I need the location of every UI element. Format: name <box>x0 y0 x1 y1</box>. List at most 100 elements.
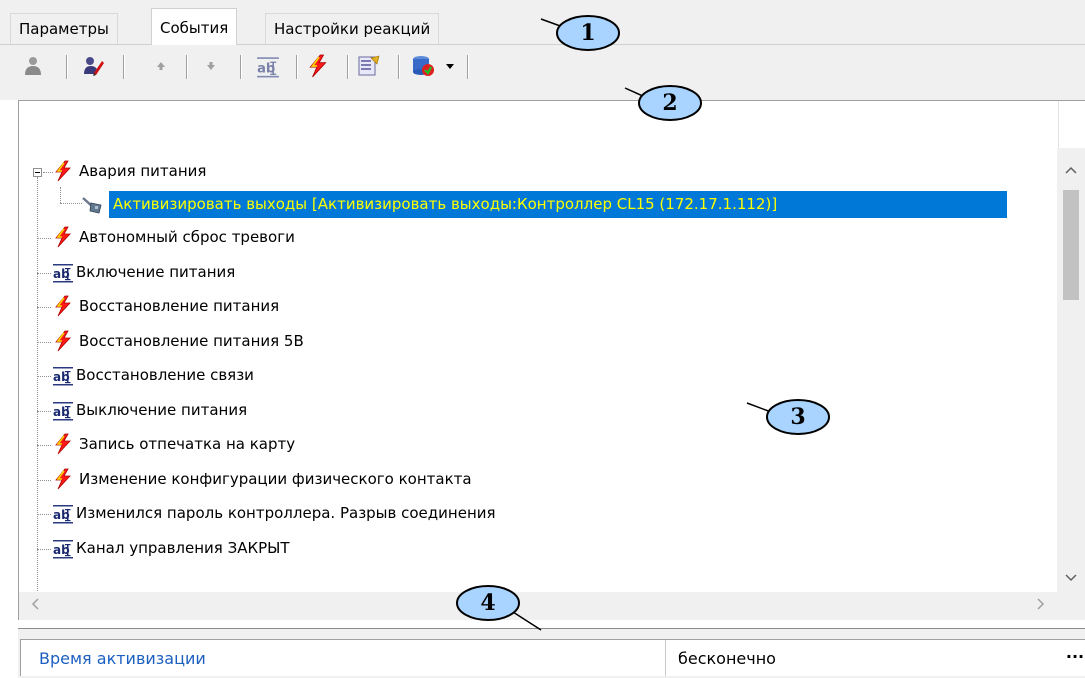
tab-parameters-label: Параметры <box>19 20 109 38</box>
tree-node-label: Изменился пароль контроллера. Разрыв сое… <box>76 504 496 522</box>
lightning-icon <box>52 468 74 490</box>
lightning-icon <box>52 160 74 182</box>
tree-node[interactable]: Восстановление питания <box>19 290 1059 324</box>
toolbar-separator <box>123 55 125 79</box>
collapse-icon[interactable] <box>33 168 42 177</box>
property-row[interactable]: Время активизации бесконечно ... <box>20 639 1085 676</box>
tree-node-label: Восстановление связи <box>76 366 254 384</box>
lightning-icon[interactable] <box>305 53 331 79</box>
scroll-left-icon[interactable] <box>25 596 45 616</box>
tree-node-label: Запись отпечатка на карту <box>79 435 296 453</box>
tree-guide-line <box>37 548 51 550</box>
tree-guide-line <box>37 307 51 308</box>
tree-guide-line <box>60 203 82 204</box>
tree-guide-line <box>37 479 51 481</box>
tree-node-label: Восстановление питания 5В <box>79 331 304 350</box>
text-event-icon <box>52 261 74 283</box>
reaction-icon <box>82 197 102 214</box>
text-event-icon <box>52 537 74 559</box>
move-down-icon[interactable] <box>198 53 224 79</box>
person-icon[interactable] <box>20 53 46 79</box>
tree-rows: Авария питания Активизировать выходы [Ак… <box>19 153 1059 593</box>
tab-events-label: События <box>160 19 229 37</box>
callout-1: 1 <box>540 14 621 52</box>
text-event-icon[interactable] <box>255 53 281 79</box>
tree-node-parent[interactable]: Авария питания <box>19 155 1059 189</box>
database-icon[interactable] <box>410 53 436 79</box>
tab-events[interactable]: События <box>151 8 238 45</box>
callout-number: 3 <box>790 404 806 430</box>
tree-node[interactable]: Восстановление питания 5В <box>19 325 1059 359</box>
toolbar-separator <box>467 55 469 79</box>
tree-header <box>19 101 1059 149</box>
tree-node-label: Автономный сброс тревоги <box>79 228 295 246</box>
tree-node[interactable]: Канал управления ЗАКРЫТ <box>19 532 1059 566</box>
tree-guide-line <box>37 445 51 446</box>
tree-node[interactable]: Выключение питания <box>19 394 1059 428</box>
lightning-icon <box>52 295 74 317</box>
tree-node-label: Выключение питания <box>76 400 248 419</box>
property-value[interactable]: бесконечно <box>678 649 776 668</box>
callout-number: 2 <box>662 90 678 116</box>
scroll-right-icon[interactable] <box>1031 596 1051 616</box>
tab-reaction-settings[interactable]: Настройки реакций <box>265 13 440 44</box>
lightning-icon <box>52 433 74 455</box>
tree-node-child-selected[interactable]: Активизировать выходы [Активизировать вы… <box>19 187 1059 221</box>
tab-bar: Параметры События Настройки реакций <box>0 0 1085 45</box>
tree-node[interactable]: Включение питания <box>19 256 1059 290</box>
scroll-thumb[interactable] <box>1063 190 1079 300</box>
move-up-icon[interactable] <box>148 53 174 79</box>
tree-guide-line <box>37 341 51 343</box>
header-divider <box>1058 101 1059 149</box>
edit-icon[interactable] <box>80 53 106 79</box>
tree-node[interactable]: Изменение конфигурации физического конта… <box>19 463 1059 497</box>
tree-node-label: Активизировать выходы [Активизировать вы… <box>113 195 778 213</box>
scroll-down-icon[interactable] <box>1057 568 1085 588</box>
vertical-scrollbar[interactable] <box>1057 148 1085 592</box>
ellipsis-button[interactable]: ... <box>1064 640 1085 674</box>
toolbar-separator <box>66 55 68 79</box>
callout-4: 4 <box>455 584 542 631</box>
property-grid: Время активизации бесконечно ... <box>18 628 1085 678</box>
chevron-down-icon[interactable] <box>437 53 463 79</box>
toolbar-separator <box>186 55 188 79</box>
lightning-icon <box>52 226 74 248</box>
toolbar-separator <box>347 55 349 79</box>
tab-reaction-settings-label: Настройки реакций <box>274 20 431 38</box>
horizontal-scrollbar[interactable] <box>19 592 1057 620</box>
events-tree[interactable]: Авария питания Активизировать выходы [Ак… <box>18 100 1085 620</box>
toolbar-separator <box>296 55 298 79</box>
toolbar-separator <box>398 55 400 79</box>
callout-number: 4 <box>480 590 496 616</box>
tab-parameters[interactable]: Параметры <box>10 13 118 44</box>
tree-node-label: Включение питания <box>76 262 236 281</box>
scrollbar-corner <box>1057 592 1085 620</box>
tree-guide-line <box>37 238 51 239</box>
callout-3: 3 <box>746 398 831 436</box>
tree-node[interactable]: Изменился пароль контроллера. Разрыв сое… <box>19 497 1059 531</box>
property-divider <box>665 640 666 676</box>
tree-guide-line <box>37 376 51 377</box>
properties-icon[interactable] <box>356 53 382 79</box>
tree-guide-line <box>37 272 51 274</box>
callout-number: 1 <box>580 20 596 46</box>
selection-highlight: Активизировать выходы [Активизировать вы… <box>109 191 1007 218</box>
text-event-icon <box>52 399 74 421</box>
property-name: Время активизации <box>39 649 206 668</box>
scroll-up-icon[interactable] <box>1057 160 1085 180</box>
callout-2: 2 <box>624 84 703 122</box>
toolbar-separator <box>240 55 242 79</box>
tree-node-label: Авария питания <box>79 162 207 180</box>
tree-node-label: Восстановление питания <box>79 297 280 315</box>
text-event-icon <box>52 364 74 386</box>
tree-node-label: Изменение конфигурации физического конта… <box>79 469 472 488</box>
tree-node[interactable]: Запись отпечатка на карту <box>19 428 1059 462</box>
toolbar <box>0 45 1085 100</box>
tree-guide-line <box>37 514 51 515</box>
lightning-icon <box>52 330 74 352</box>
tree-node[interactable]: Автономный сброс тревоги <box>19 221 1059 255</box>
text-event-icon <box>52 502 74 524</box>
tree-node[interactable]: Восстановление связи <box>19 359 1059 393</box>
tree-guide-line <box>37 410 51 412</box>
tree-node-label: Канал управления ЗАКРЫТ <box>76 538 290 557</box>
